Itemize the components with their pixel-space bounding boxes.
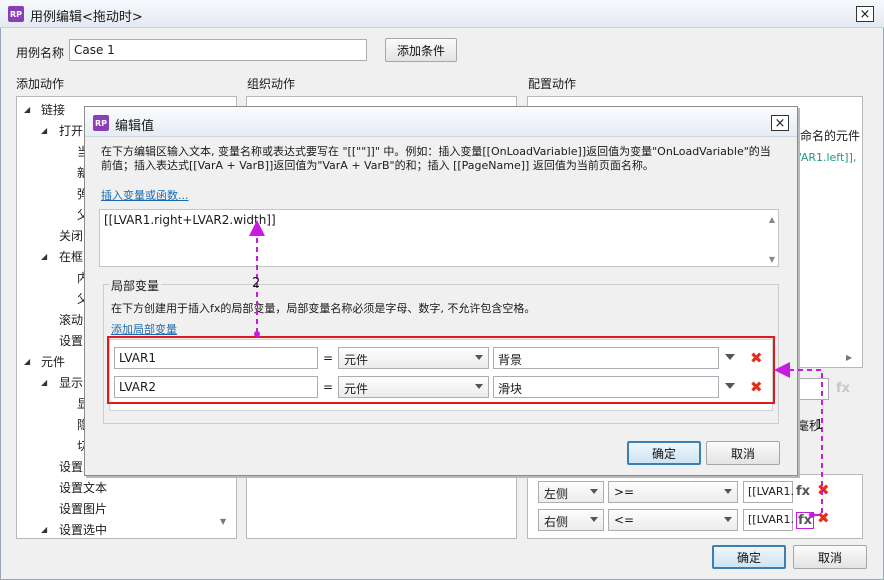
annotation-dot-2: [254, 331, 260, 337]
annotation-label-2: 2: [252, 276, 261, 291]
annotation-dot-1: [809, 512, 815, 518]
annotation-arrow-1: [774, 362, 823, 516]
annotation-label-1: 1: [815, 418, 824, 433]
annotation-overlay: [249, 220, 823, 518]
